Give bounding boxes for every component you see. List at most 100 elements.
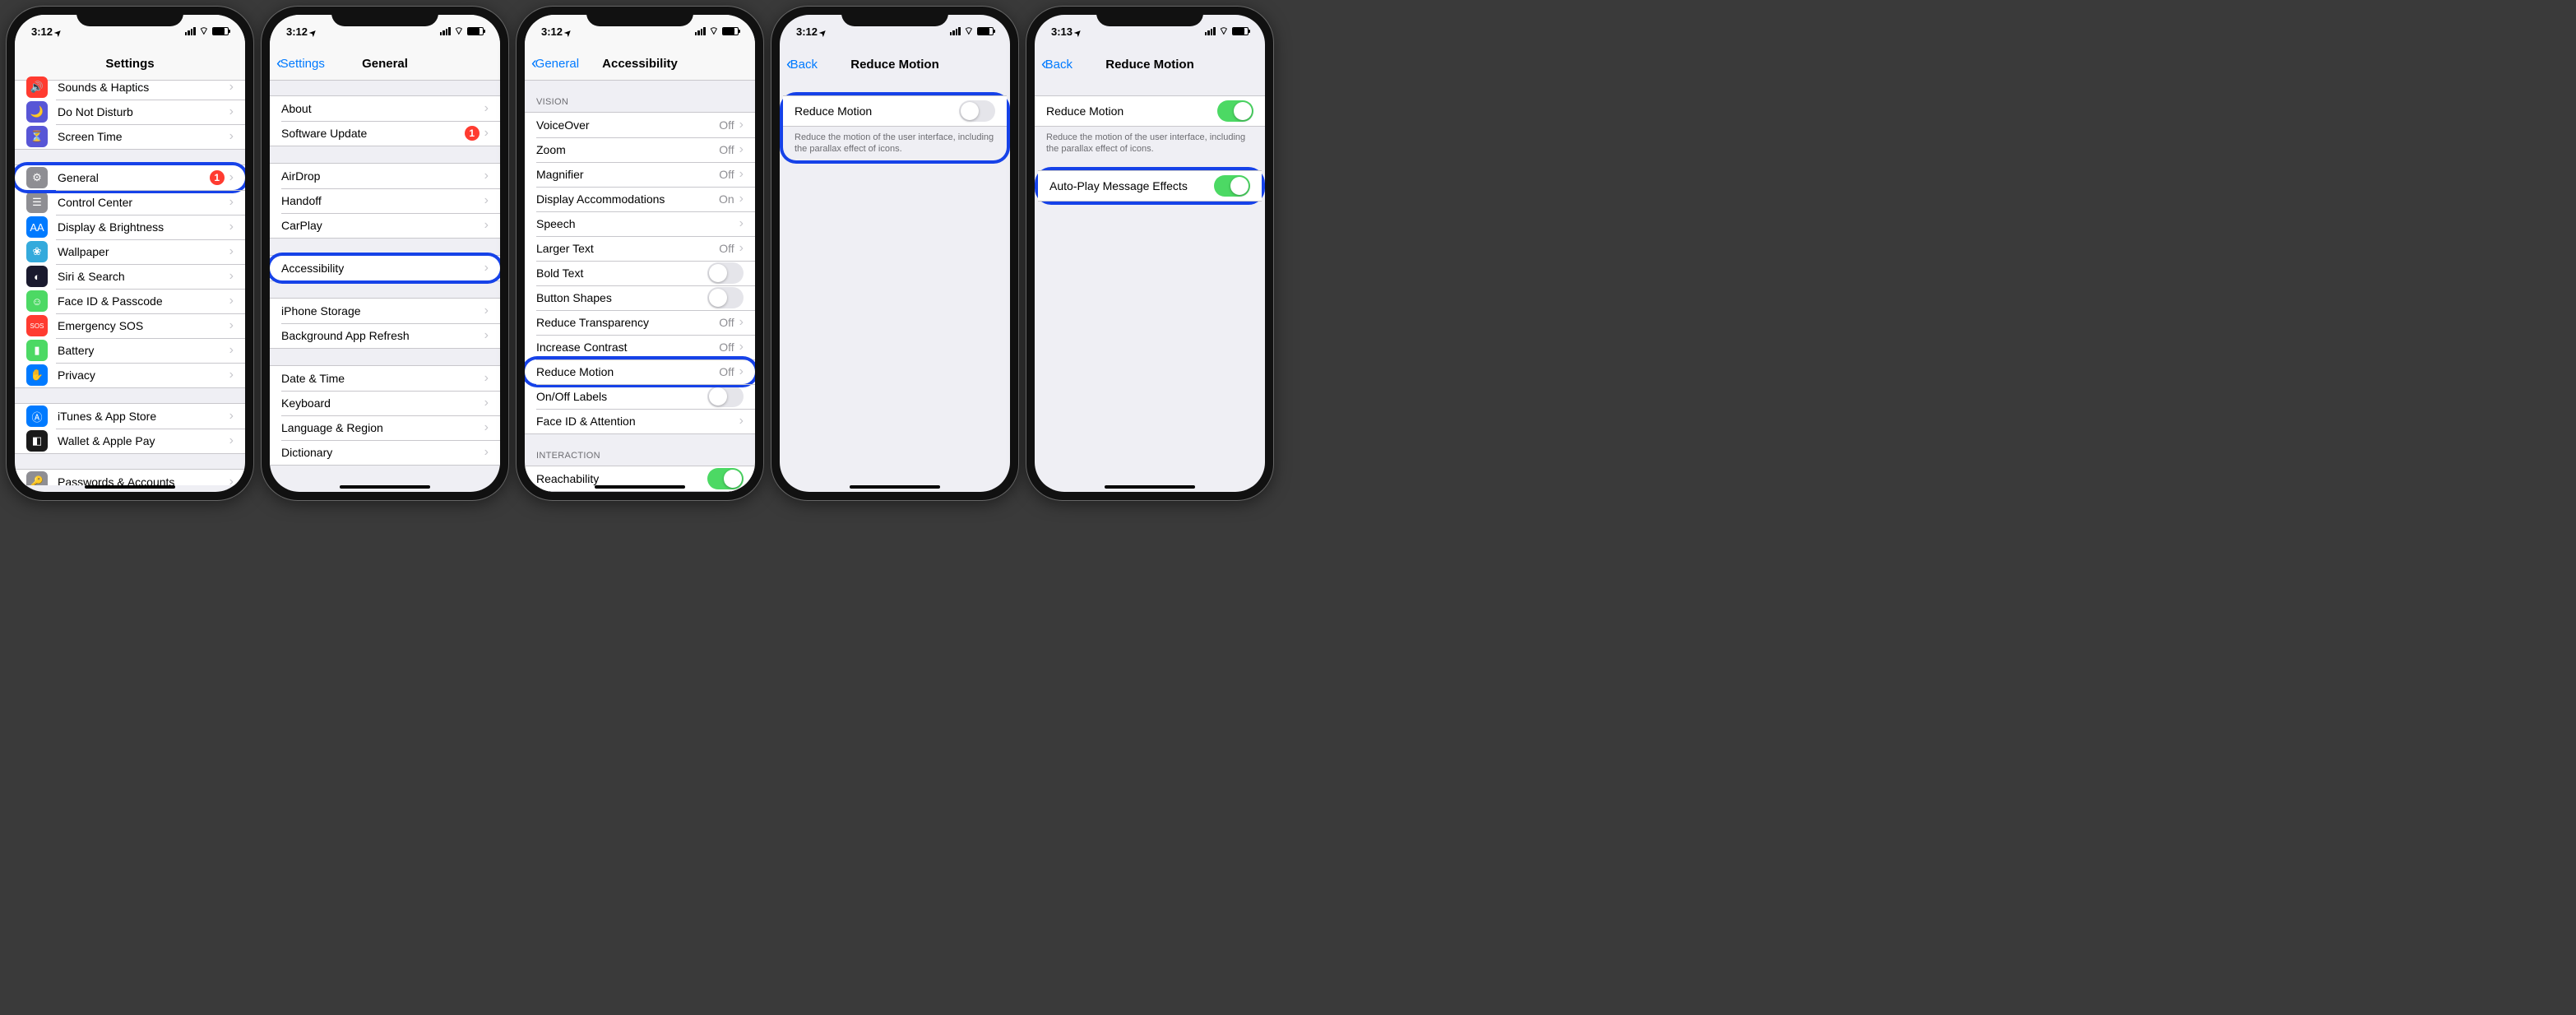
cell-voiceover[interactable]: VoiceOverOff›	[525, 113, 755, 137]
cell-reduce-motion[interactable]: Reduce Motion	[1035, 96, 1265, 126]
chevron-right-icon: ›	[229, 318, 234, 333]
chevron-right-icon: ›	[739, 340, 744, 355]
cell-dictionary[interactable]: Dictionary›	[270, 440, 500, 465]
cell-speech[interactable]: Speech›	[525, 211, 755, 236]
general-list[interactable]: About›Software Update1›AirDrop›Handoff›C…	[270, 81, 500, 492]
chevron-right-icon: ›	[739, 216, 744, 231]
cell-face-id-passcode[interactable]: ☺Face ID & Passcode›	[15, 289, 245, 313]
cell-accessibility[interactable]: Accessibility›	[270, 256, 500, 280]
cell-label: Emergency SOS	[58, 319, 229, 332]
phone-frame-3: 3:12 ⌔ ‹General Accessibility VISIONVoic…	[517, 7, 763, 500]
toggle-switch[interactable]	[707, 262, 744, 284]
cell-wallet-apple-pay[interactable]: ◧Wallet & Apple Pay›	[15, 429, 245, 453]
screen-accessibility: 3:12 ⌔ ‹General Accessibility VISIONVoic…	[525, 15, 755, 492]
cell-label: AirDrop	[281, 169, 484, 183]
chevron-right-icon: ›	[229, 409, 234, 424]
toggle-switch[interactable]	[707, 468, 744, 489]
cell-iphone-storage[interactable]: iPhone Storage›	[270, 299, 500, 323]
chevron-right-icon: ›	[484, 420, 489, 435]
cell-privacy[interactable]: ✋Privacy›	[15, 363, 245, 387]
cell-battery[interactable]: ▮Battery›	[15, 338, 245, 363]
app-icon: ☺	[26, 290, 48, 312]
cell-reduce-motion[interactable]: Reduce MotionOff›	[525, 359, 755, 384]
notch	[331, 7, 438, 26]
wifi-icon: ⌔	[199, 25, 209, 38]
home-indicator[interactable]	[595, 485, 685, 489]
accessibility-list[interactable]: VISIONVoiceOverOff›ZoomOff›MagnifierOff›…	[525, 81, 755, 492]
cell-auto-play-message-effects[interactable]: Auto-Play Message Effects	[1038, 171, 1262, 201]
cell-wallpaper[interactable]: ❀Wallpaper›	[15, 239, 245, 264]
app-icon: 🔑	[26, 471, 48, 485]
cell-label: Dictionary	[281, 446, 484, 459]
cell-detail: Off	[719, 365, 734, 378]
toggle-switch[interactable]	[1217, 100, 1253, 122]
app-icon: ⚙	[26, 167, 48, 188]
cell-reduce-motion[interactable]: Reduce Motion	[783, 96, 1007, 126]
nav-bar: ‹General Accessibility	[525, 48, 755, 81]
cell-face-id-attention[interactable]: Face ID & Attention›	[525, 409, 755, 433]
cell-reduce-transparency[interactable]: Reduce TransparencyOff›	[525, 310, 755, 335]
cell-magnifier[interactable]: MagnifierOff›	[525, 162, 755, 187]
cell-display-accommodations[interactable]: Display AccommodationsOn›	[525, 187, 755, 211]
back-button[interactable]: ‹Settings	[276, 54, 325, 73]
chevron-right-icon: ›	[484, 328, 489, 343]
cell-sounds-haptics[interactable]: 🔊Sounds & Haptics›	[15, 75, 245, 100]
cell-control-center[interactable]: ☰Control Center›	[15, 190, 245, 215]
chevron-right-icon: ›	[229, 80, 234, 95]
location-icon	[1075, 25, 1082, 38]
chevron-right-icon: ›	[229, 343, 234, 358]
cell-detail: Off	[719, 168, 734, 181]
cell-itunes-app-store[interactable]: ⒶiTunes & App Store›	[15, 404, 245, 429]
status-time: 3:13	[1051, 25, 1073, 38]
cell-on-off-labels[interactable]: On/Off Labels	[525, 384, 755, 409]
back-button[interactable]: ‹Back	[786, 55, 818, 74]
reduce-motion-list[interactable]: Reduce MotionReduce the motion of the us…	[780, 81, 1010, 492]
cell-increase-contrast[interactable]: Increase ContrastOff›	[525, 335, 755, 359]
back-button[interactable]: ‹General	[531, 54, 579, 73]
cell-larger-text[interactable]: Larger TextOff›	[525, 236, 755, 261]
cell-carplay[interactable]: CarPlay›	[270, 213, 500, 238]
nav-bar: ‹Back Reduce Motion	[780, 48, 1010, 81]
cell-label: Reduce Motion	[1046, 104, 1217, 118]
toggle-switch[interactable]	[1214, 175, 1250, 197]
settings-list[interactable]: 🔊Sounds & Haptics›🌙Do Not Disturb›⏳Scree…	[15, 74, 245, 485]
signal-icon	[695, 27, 706, 35]
home-indicator[interactable]	[1105, 485, 1195, 489]
reduce-motion-list[interactable]: Reduce Motion Reduce the motion of the us…	[1035, 81, 1265, 492]
notch	[841, 7, 948, 26]
cell-screen-time[interactable]: ⏳Screen Time›	[15, 124, 245, 149]
footer-text: Reduce the motion of the user interface,…	[783, 127, 1007, 160]
cell-display-brightness[interactable]: AADisplay & Brightness›	[15, 215, 245, 239]
wifi-icon: ⌔	[454, 25, 464, 38]
home-indicator[interactable]	[85, 485, 175, 489]
back-button[interactable]: ‹Back	[1041, 55, 1073, 74]
cell-software-update[interactable]: Software Update1›	[270, 121, 500, 146]
chevron-right-icon: ›	[739, 118, 744, 132]
wifi-icon: ⌔	[964, 25, 974, 38]
cell-general[interactable]: ⚙General1›	[15, 165, 245, 190]
cell-bold-text[interactable]: Bold Text	[525, 261, 755, 285]
chevron-right-icon: ›	[484, 169, 489, 183]
home-indicator[interactable]	[340, 485, 430, 489]
cell-button-shapes[interactable]: Button Shapes	[525, 285, 755, 310]
toggle-switch[interactable]	[707, 386, 744, 407]
toggle-switch[interactable]	[959, 100, 995, 122]
cell-about[interactable]: About›	[270, 96, 500, 121]
cell-do-not-disturb[interactable]: 🌙Do Not Disturb›	[15, 100, 245, 124]
home-indicator[interactable]	[850, 485, 940, 489]
toggle-switch[interactable]	[707, 287, 744, 308]
cell-airdrop[interactable]: AirDrop›	[270, 164, 500, 188]
footer-text: Reduce the motion of the user interface,…	[1035, 127, 1265, 160]
cell-detail: Off	[719, 341, 734, 354]
cell-zoom[interactable]: ZoomOff›	[525, 137, 755, 162]
cell-passwords-accounts[interactable]: 🔑Passwords & Accounts›	[15, 470, 245, 485]
cell-background-app-refresh[interactable]: Background App Refresh›	[270, 323, 500, 348]
cell-siri-search[interactable]: ◐Siri & Search›	[15, 264, 245, 289]
chevron-right-icon: ›	[229, 433, 234, 448]
cell-language-region[interactable]: Language & Region›	[270, 415, 500, 440]
cell-label: Control Center	[58, 196, 229, 209]
cell-handoff[interactable]: Handoff›	[270, 188, 500, 213]
cell-emergency-sos[interactable]: SOSEmergency SOS›	[15, 313, 245, 338]
cell-date-time[interactable]: Date & Time›	[270, 366, 500, 391]
cell-keyboard[interactable]: Keyboard›	[270, 391, 500, 415]
